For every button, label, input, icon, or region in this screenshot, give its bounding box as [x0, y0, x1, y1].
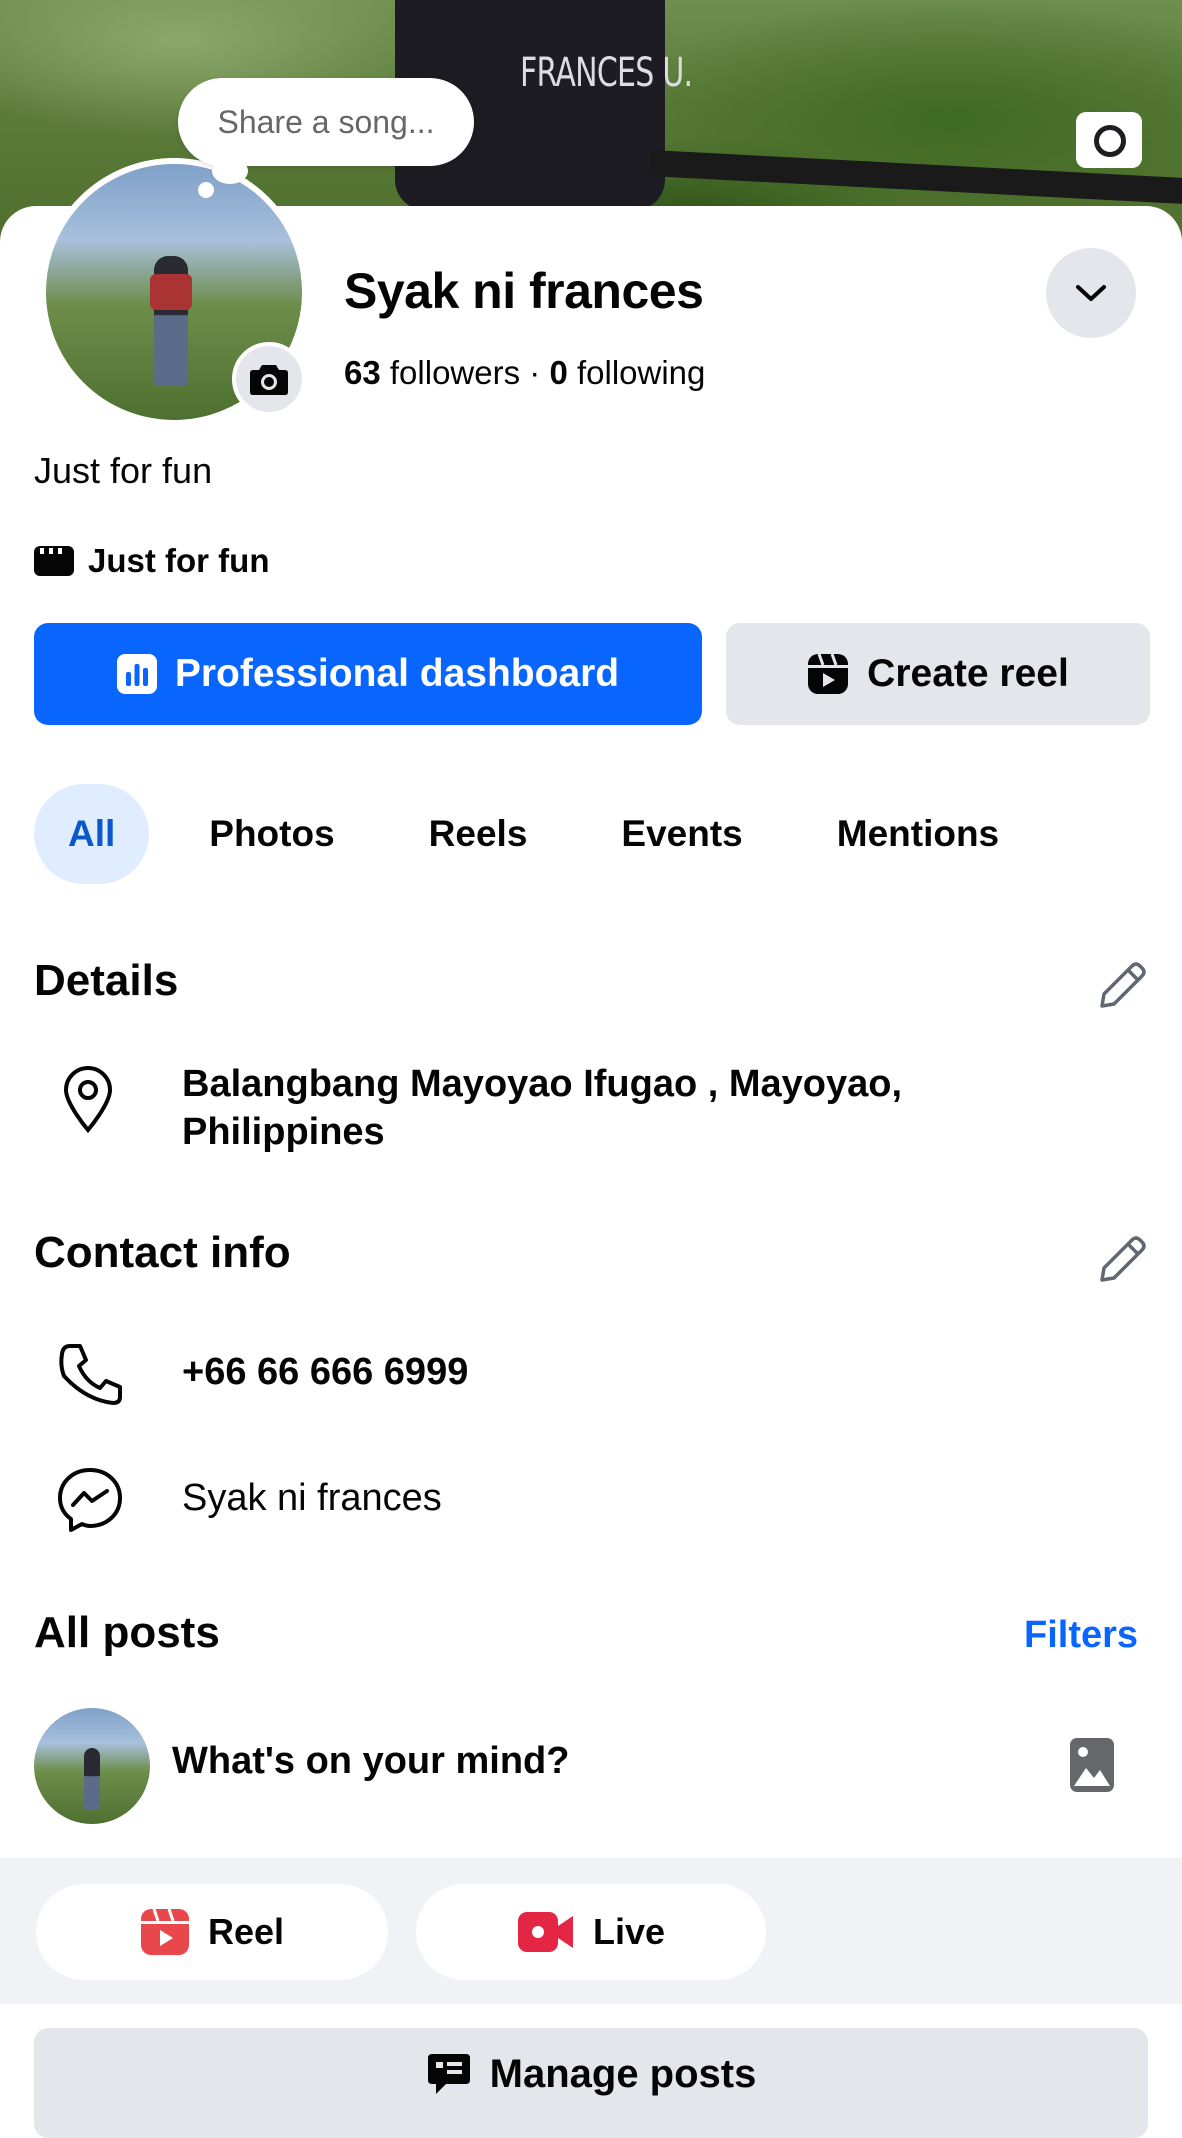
clapperboard-icon	[34, 546, 74, 576]
tab-reels[interactable]: Reels	[395, 784, 562, 884]
contact-info-title: Contact info	[34, 1228, 291, 1277]
location-text: Balangbang Mayoyao Ifugao , Mayoyao, Phi…	[182, 1060, 902, 1156]
followers-label[interactable]: followers	[390, 354, 520, 391]
following-label[interactable]: following	[577, 354, 705, 391]
reel-icon	[807, 653, 849, 695]
profile-name: Syak ni frances	[344, 263, 704, 319]
manage-posts-label: Manage posts	[489, 2052, 757, 2096]
details-title: Details	[34, 956, 179, 1005]
avatar-person	[84, 1748, 100, 1810]
bubble-tail-dot	[198, 182, 214, 198]
chevron-down-icon	[1076, 285, 1106, 301]
reel-icon	[140, 1908, 190, 1956]
live-video-icon	[517, 1910, 575, 1954]
create-reel-label: Create reel	[867, 652, 1069, 695]
profile-stats: 63 followers · 0 following	[344, 354, 705, 392]
location-line-1: Balangbang Mayoyao Ifugao , Mayoyao,	[182, 1063, 903, 1105]
following-count[interactable]: 0	[549, 354, 567, 391]
profile-bio: Just for fun	[34, 450, 213, 491]
location-pin-icon	[60, 1064, 116, 1139]
live-shortcut-label: Live	[592, 1911, 666, 1952]
avatar-shirt	[150, 274, 192, 310]
tab-events[interactable]: Events	[587, 784, 776, 884]
bubble-tail	[212, 158, 248, 184]
profile-category: Just for fun	[34, 542, 269, 580]
reel-shortcut-button[interactable]: Reel	[36, 1884, 388, 1980]
live-shortcut-button[interactable]: Live	[416, 1884, 766, 1980]
messenger-name[interactable]: Syak ni frances	[182, 1474, 442, 1522]
stats-separator: ·	[529, 354, 550, 391]
composer-avatar[interactable]	[34, 1708, 150, 1824]
tab-all[interactable]: All	[34, 784, 150, 884]
all-posts-title: All posts	[34, 1608, 220, 1657]
pencil-icon	[1100, 1236, 1146, 1282]
composer-input[interactable]: What's on your mind?	[172, 1740, 569, 1783]
manage-posts-button[interactable]: Manage posts	[34, 2028, 1148, 2138]
professional-dashboard-button[interactable]: Professional dashboard	[34, 623, 702, 725]
phone-number[interactable]: +66 66 666 6999	[182, 1348, 468, 1396]
profile-tabs: All Photos Reels Events Mentions	[34, 784, 1059, 884]
create-reel-button[interactable]: Create reel	[726, 623, 1150, 725]
tab-mentions[interactable]: Mentions	[803, 784, 1033, 884]
camera-lens	[1094, 125, 1126, 157]
photo-upload-icon[interactable]	[1068, 1736, 1116, 1799]
tab-photos[interactable]: Photos	[175, 784, 368, 884]
location-line-2: Philippines	[182, 1111, 385, 1153]
profile-dropdown-button[interactable]	[1046, 248, 1136, 338]
pencil-icon	[1100, 962, 1146, 1008]
phone-icon	[56, 1340, 124, 1413]
avatar-camera-icon[interactable]	[232, 342, 306, 416]
messenger-icon	[56, 1466, 124, 1539]
followers-count[interactable]: 63	[344, 354, 381, 391]
edit-details-button[interactable]	[1094, 958, 1150, 1019]
cover-camera-icon[interactable]	[1076, 112, 1142, 168]
cover-jersey-text: FRANCES U.	[520, 50, 693, 96]
filters-link[interactable]: Filters	[1024, 1614, 1138, 1657]
reel-shortcut-label: Reel	[207, 1911, 285, 1952]
manage-posts-icon	[426, 2052, 472, 2096]
dashboard-chart-icon	[116, 654, 157, 694]
share-song-bubble[interactable]: Share a song...	[178, 78, 474, 166]
professional-dashboard-label: Professional dashboard	[174, 652, 620, 695]
category-label: Just for fun	[88, 542, 270, 579]
edit-contact-button[interactable]	[1094, 1232, 1150, 1293]
